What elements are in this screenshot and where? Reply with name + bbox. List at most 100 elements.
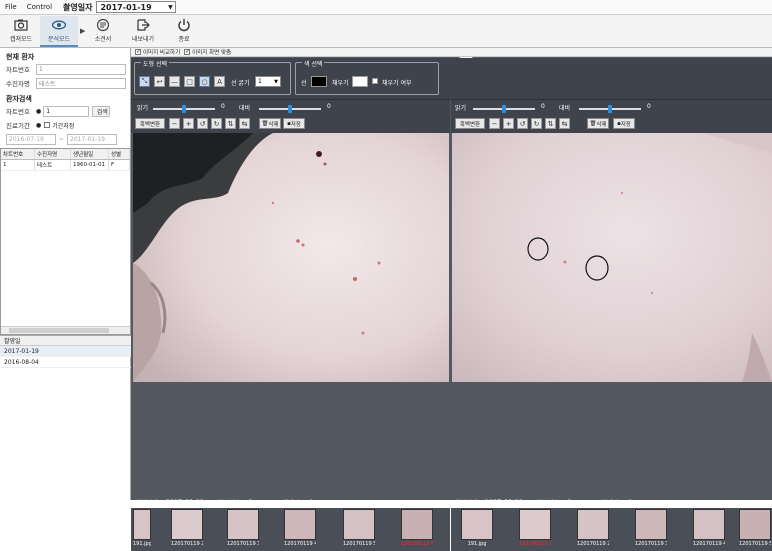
- image-pane-right: 밝기 0 대비 0 흑백변환 − + ↺ ↻ ⇅ ⇆ 🗑 삭제 ▪ 저장 촬영일…: [451, 99, 772, 551]
- analysis-mode-label: 분석모드: [47, 36, 71, 43]
- brightness-slider[interactable]: [153, 105, 215, 113]
- period-from-field[interactable]: 2016-07-19: [6, 133, 56, 145]
- col-birth[interactable]: 생년월일: [71, 149, 109, 159]
- horizontal-scrollbar[interactable]: [1, 326, 130, 334]
- brightness-value: 0: [221, 103, 225, 110]
- cell-name: 테스트: [35, 160, 71, 170]
- col-name[interactable]: 수진자명: [35, 149, 71, 159]
- analysis-mode-button[interactable]: 분석모드: [40, 16, 78, 47]
- flip-vertical-icon[interactable]: ⇅: [545, 118, 556, 129]
- shot-date-item[interactable]: 2017-01-19: [0, 346, 131, 357]
- rotate-left-icon[interactable]: ↺: [517, 118, 528, 129]
- zoom-in-icon[interactable]: +: [183, 118, 194, 129]
- face-photo-left: [133, 133, 449, 382]
- fit-checkbox[interactable]: [184, 48, 190, 55]
- table-row[interactable]: 1 테스트 1960-01-01 F: [1, 160, 130, 171]
- fill-color-swatch[interactable]: [352, 76, 368, 87]
- flip-horizontal-icon[interactable]: ⇆: [559, 118, 570, 129]
- rectangle-icon[interactable]: □: [184, 76, 195, 87]
- circle-icon[interactable]: ○: [199, 76, 210, 87]
- menu-file[interactable]: File: [0, 3, 22, 11]
- zoom-in-icon[interactable]: +: [503, 118, 514, 129]
- toolbar: 캡쳐모드 분석모드 ▶ 소견서 내보내기 종료: [0, 15, 772, 48]
- flip-vertical-icon[interactable]: ⇅: [225, 118, 236, 129]
- zoom-out-icon[interactable]: −: [489, 118, 500, 129]
- zoom-out-icon[interactable]: −: [169, 118, 180, 129]
- thumbnail[interactable]: 120170119 4.jpg: [284, 509, 316, 551]
- line-color-label: 선: [301, 80, 307, 87]
- save-button[interactable]: ▪ 저장: [283, 118, 305, 129]
- thumbnail[interactable]: 120170119 4.jpg: [693, 509, 725, 551]
- tilde-separator: ~: [59, 135, 65, 143]
- thumbnail-image: [171, 509, 203, 540]
- period-checkbox[interactable]: [44, 122, 51, 128]
- line-width-value: 1: [258, 78, 262, 85]
- delete-button[interactable]: 🗑 삭제: [587, 118, 609, 129]
- line-width-label: 선 굵기: [231, 80, 250, 87]
- scrollbar-thumb[interactable]: [9, 328, 109, 333]
- opinion-button[interactable]: 소견서: [84, 16, 122, 47]
- grayscale-button[interactable]: 흑백변환: [455, 118, 485, 129]
- compare-checkbox[interactable]: [135, 48, 141, 55]
- eye-icon: [52, 20, 66, 30]
- radio-icon[interactable]: ●: [36, 108, 41, 115]
- thumbnail-name: 191.jpg: [133, 541, 151, 547]
- menu-control[interactable]: Control: [22, 3, 57, 11]
- radio-icon[interactable]: ●: [36, 122, 41, 129]
- flip-horizontal-icon[interactable]: ⇆: [239, 118, 250, 129]
- pointer-icon[interactable]: ⤡: [139, 76, 150, 87]
- slider-knob[interactable]: [608, 105, 612, 113]
- thumbnail-name: 120170119 3.jpg: [227, 541, 259, 547]
- thumbnail[interactable]: 120170119 5.jpg: [343, 509, 375, 551]
- chevron-down-icon: ▼: [274, 78, 278, 85]
- thumbnail-image: [739, 509, 771, 540]
- capture-mode-button[interactable]: 캡쳐모드: [2, 16, 40, 47]
- thumbnail[interactable]: 120170119 3.jpg: [227, 509, 259, 551]
- thumbnail-selected[interactable]: 120170119 1.jpg: [519, 509, 551, 551]
- thumbnail-name: 120170119 6.jpg: [401, 541, 433, 547]
- col-sex[interactable]: 성별: [109, 149, 130, 159]
- period-to-field[interactable]: 2017-01-19: [67, 133, 118, 145]
- save-button[interactable]: ▪ 저장: [613, 118, 635, 129]
- thumbnail[interactable]: 120170119 2.jpg: [171, 509, 203, 551]
- line-icon[interactable]: —: [169, 76, 180, 87]
- contrast-slider[interactable]: [259, 105, 321, 113]
- contrast-value: 0: [647, 103, 651, 110]
- shot-date-item[interactable]: 2016-08-04: [0, 357, 131, 368]
- col-chart[interactable]: 차트번호: [1, 149, 35, 159]
- slider-knob[interactable]: [288, 105, 292, 113]
- thumbnail-name: 120170119 1.jpg: [519, 541, 551, 547]
- period-dates-row: 2016-07-19 ~ 2017-01-19: [6, 132, 130, 146]
- brightness-slider[interactable]: [473, 105, 535, 113]
- exit-button[interactable]: 종료: [165, 16, 203, 47]
- rotate-right-icon[interactable]: ↻: [531, 118, 542, 129]
- slider-knob[interactable]: [182, 105, 186, 113]
- thumbnail-selected[interactable]: 120170119 6.jpg: [401, 509, 433, 551]
- date-select[interactable]: 2017-01-19 ▼: [96, 1, 177, 13]
- thumbnail-name: 120170119 2.jpg: [577, 541, 609, 547]
- option-bar: 이미지 비교하기 이미지 화면 맞춤: [131, 48, 772, 57]
- line-width-select[interactable]: 1 ▼: [255, 76, 281, 87]
- freehand-icon[interactable]: ↩: [154, 76, 165, 87]
- text-icon[interactable]: A: [214, 76, 225, 87]
- chart-number-field[interactable]: 1: [36, 63, 126, 75]
- delete-button[interactable]: 🗑 삭제: [259, 118, 281, 129]
- grayscale-button[interactable]: 흑백변환: [135, 118, 165, 129]
- fill-checkbox[interactable]: [372, 78, 378, 84]
- rotate-right-icon[interactable]: ↻: [211, 118, 222, 129]
- thumbnail[interactable]: 191.jpg: [133, 509, 165, 551]
- patient-name-field[interactable]: 테스트: [36, 77, 126, 89]
- slider-knob[interactable]: [502, 105, 506, 113]
- thumbnail-image: [693, 509, 725, 540]
- rotate-left-icon[interactable]: ↺: [197, 118, 208, 129]
- search-button[interactable]: 검색: [92, 105, 111, 117]
- thumbnail[interactable]: 120170119 2.jpg: [577, 509, 609, 551]
- thumbnail[interactable]: 191.jpg: [461, 509, 493, 551]
- thumbnail[interactable]: 120170119 3.jpg: [635, 509, 667, 551]
- contrast-slider[interactable]: [579, 105, 641, 113]
- thumbnail[interactable]: 120170119 5.jpg: [739, 509, 771, 551]
- export-button[interactable]: 내보내기: [124, 16, 162, 47]
- line-color-swatch[interactable]: [311, 76, 327, 87]
- thumbnail-strip: 191.jpg 120170119 1.jpg 120170119 2.jpg …: [451, 508, 772, 551]
- search-chart-input[interactable]: 1: [43, 105, 90, 117]
